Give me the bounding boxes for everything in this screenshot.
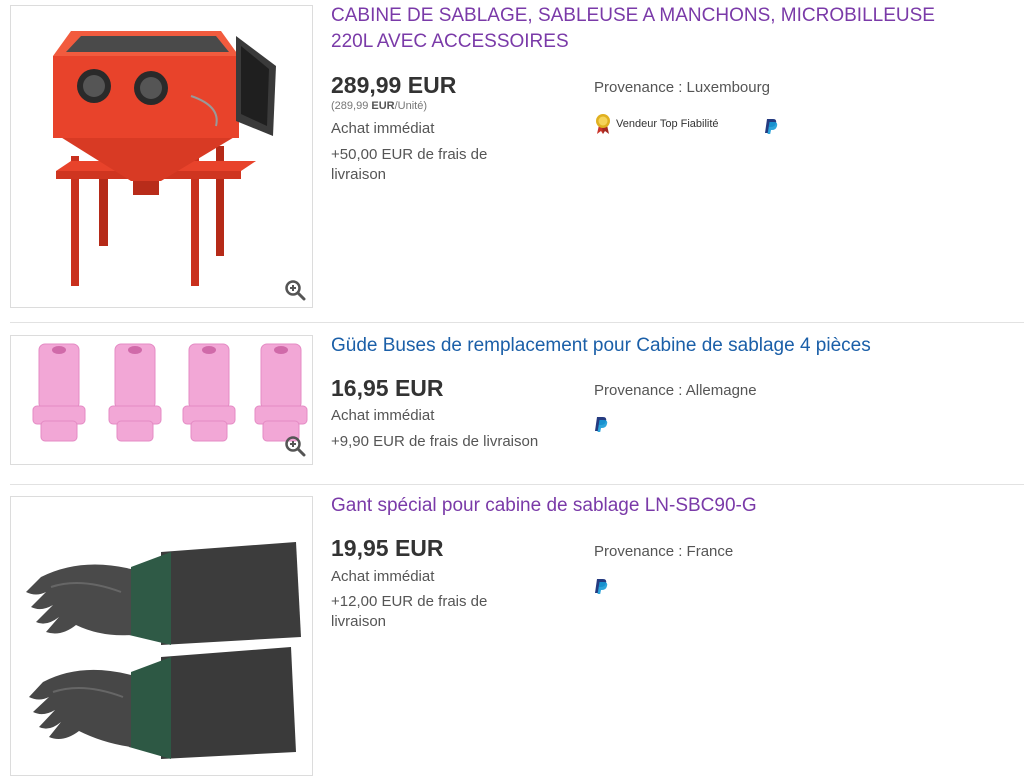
- top-seller-label: Vendeur Top Fiabilité: [616, 118, 719, 130]
- result-item-2: Güde Buses de remplacement pour Cabine d…: [0, 323, 1024, 483]
- result-shipping-3: +12,00 EUR de frais de livraison: [331, 592, 487, 632]
- ceramic-nozzles-image: [32, 343, 308, 442]
- result-buy-format-2: Achat immédiat: [331, 407, 435, 424]
- unit-price-currency: EUR: [371, 100, 395, 112]
- paypal-icon: [765, 119, 778, 134]
- result-title-2[interactable]: Güde Buses de remplacement pour Cabine d…: [331, 333, 871, 359]
- product-image-cabinet[interactable]: [10, 5, 313, 308]
- result-title-1-line1[interactable]: CABINE DE SABLAGE, SABLEUSE A MANCHONS, …: [331, 5, 935, 26]
- result-buy-format-3: Achat immédiat: [331, 568, 435, 585]
- zoom-icon[interactable]: [284, 435, 306, 457]
- product-image-gloves[interactable]: [10, 496, 313, 776]
- top-seller-icon: [596, 114, 610, 134]
- result-shipping-2: +9,90 EUR de frais de livraison: [331, 433, 539, 450]
- result-item-3: Gant spécial pour cabine de sablage LN-S…: [0, 485, 1024, 776]
- shipping-line1: +50,00 EUR de frais de: [331, 146, 488, 163]
- result-origin-1: Provenance : Luxembourg: [594, 79, 770, 96]
- result-shipping-1: +50,00 EUR de frais de livraison: [331, 145, 487, 185]
- zoom-icon[interactable]: [284, 279, 306, 301]
- product-image-nozzles[interactable]: [10, 335, 313, 465]
- result-buy-format-1: Achat immédiat: [331, 120, 435, 137]
- unit-price-suffix: /Unité): [394, 100, 428, 112]
- result-origin-2: Provenance : Allemagne: [594, 382, 757, 399]
- result-title-1-line2[interactable]: 220L AVEC ACCESSOIRES: [331, 31, 569, 52]
- rubber-gloves-image: [26, 542, 301, 759]
- unit-price-prefix: (289,99: [331, 100, 372, 112]
- paypal-icon: [595, 417, 608, 432]
- sandblasting-cabinet-image: [53, 31, 276, 286]
- result-price-3: 19,95 EUR: [331, 535, 444, 561]
- result-price-1: 289,99 EUR: [331, 72, 457, 98]
- shipping-line1: +12,00 EUR de frais de: [331, 593, 488, 610]
- result-title-3[interactable]: Gant spécial pour cabine de sablage LN-S…: [331, 493, 757, 519]
- paypal-icon: [595, 579, 608, 594]
- result-unit-price-1: (289,99 EUR/Unité): [331, 100, 427, 112]
- shipping-line2: livraison: [331, 166, 387, 183]
- result-price-2: 16,95 EUR: [331, 375, 444, 401]
- result-title-1[interactable]: CABINE DE SABLAGE, SABLEUSE A MANCHONS, …: [331, 3, 935, 55]
- result-origin-3: Provenance : France: [594, 543, 734, 560]
- top-seller-badge: Vendeur Top Fiabilité: [594, 113, 719, 135]
- shipping-line2: livraison: [331, 613, 387, 630]
- result-item-1: CABINE DE SABLAGE, SABLEUSE A MANCHONS, …: [0, 0, 1024, 320]
